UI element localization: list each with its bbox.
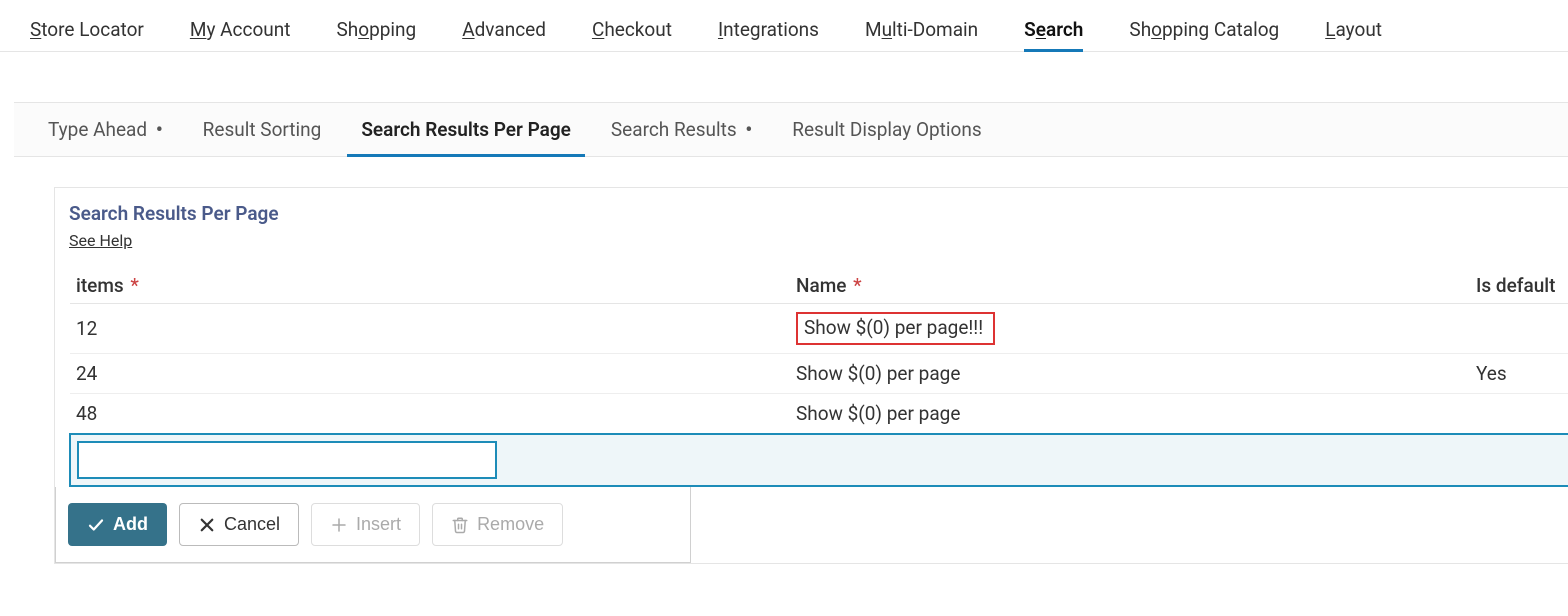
topnav-item-4[interactable]: Checkout <box>574 8 690 51</box>
topnav-item-3[interactable]: Advanced <box>444 8 564 51</box>
topnav-item-accesskey: M <box>190 18 207 41</box>
new-row-cell <box>70 434 1568 486</box>
topnav-item-post: y Account <box>206 18 290 41</box>
topnav-item-accesskey: u <box>882 18 892 41</box>
topnav-item-accesskey: C <box>592 18 604 41</box>
cell-is-default[interactable] <box>1470 304 1568 354</box>
cell-items[interactable]: 24 <box>70 354 790 394</box>
table-body: 12Show $(0) per page!!!24Show $(0) per p… <box>70 304 1568 487</box>
topnav-item-accesskey: o <box>358 18 369 41</box>
subtab-4[interactable]: Result Display Options <box>778 103 995 156</box>
section-inner: Search Results Per Page See Help items *… <box>55 188 1568 487</box>
topnav-item-post: pping <box>369 18 416 41</box>
topnav-item-accesskey: L <box>1325 18 1335 41</box>
highlighted-name-box: Show $(0) per page!!! <box>796 312 995 345</box>
topnav-item-post: ayout <box>1335 18 1382 41</box>
subtab-label: Search Results Per Page <box>361 118 571 141</box>
topnav-item-7[interactable]: Search <box>1006 8 1101 51</box>
topnav-item-accesskey: A <box>462 18 474 41</box>
subtab-0[interactable]: Type Ahead • <box>34 103 177 156</box>
topnav-item-2[interactable]: Shopping <box>318 8 434 51</box>
cancel-button-label: Cancel <box>224 514 280 535</box>
topnav-item-post: ntegrations <box>723 18 819 41</box>
topnav-item-9[interactable]: Layout <box>1307 8 1400 51</box>
results-per-page-table: items * Name * Is default 12Show $(0) pe… <box>69 268 1568 487</box>
subtab-label: Search Results <box>611 118 737 141</box>
topnav-item-pre: Sh <box>336 18 358 41</box>
section-title: Search Results Per Page <box>69 202 1568 227</box>
required-asterisk: * <box>126 274 139 297</box>
col-header-items: items * <box>70 268 790 304</box>
cancel-button[interactable]: Cancel <box>179 503 299 546</box>
col-header-name: Name * <box>790 268 1470 304</box>
cell-items[interactable]: 48 <box>70 394 790 435</box>
remove-button-label: Remove <box>477 514 544 535</box>
topnav-item-pre: M <box>865 18 882 41</box>
col-header-is-default: Is default <box>1470 268 1568 304</box>
trash-icon <box>451 516 469 534</box>
col-header-items-label: items <box>76 274 124 297</box>
topnav-item-accesskey: S <box>30 18 41 41</box>
table-row[interactable]: 48Show $(0) per page <box>70 394 1568 435</box>
topnav-item-accesskey: o <box>1151 18 1162 41</box>
cell-name[interactable]: Show $(0) per page <box>790 354 1470 394</box>
new-row <box>70 434 1568 486</box>
table-header-row: items * Name * Is default <box>70 268 1568 304</box>
topnav-item-post: arch <box>1046 18 1083 41</box>
col-header-is-default-label: Is default <box>1476 274 1555 297</box>
cell-name[interactable]: Show $(0) per page <box>790 394 1470 435</box>
required-asterisk: * <box>848 274 861 297</box>
table-row[interactable]: 24Show $(0) per pageYes <box>70 354 1568 394</box>
topnav-item-pre: S <box>1024 18 1036 41</box>
topnav-item-accesskey: e <box>1036 18 1046 41</box>
new-items-input[interactable] <box>77 441 497 479</box>
cell-is-default[interactable] <box>1470 394 1568 435</box>
top-nav: Store LocatorMy AccountShoppingAdvancedC… <box>0 0 1568 52</box>
topnav-item-post: pping Catalog <box>1162 18 1279 41</box>
topnav-item-post: heckout <box>604 18 672 41</box>
add-button-label: Add <box>113 514 148 535</box>
topnav-item-pre: Sh <box>1129 18 1151 41</box>
insert-button[interactable]: Insert <box>311 503 420 546</box>
topnav-item-post: lti-Domain <box>892 18 978 41</box>
topnav-item-8[interactable]: Shopping Catalog <box>1111 8 1297 51</box>
check-icon <box>87 516 105 534</box>
close-icon <box>198 516 216 534</box>
plus-icon <box>330 516 348 534</box>
cell-name[interactable]: Show $(0) per page!!! <box>790 304 1470 354</box>
subtab-1[interactable]: Result Sorting <box>189 103 336 156</box>
col-header-name-label: Name <box>796 274 846 297</box>
dot-indicator-icon: • <box>741 118 753 141</box>
subtab-label: Result Display Options <box>792 118 981 141</box>
topnav-item-0[interactable]: Store Locator <box>12 8 162 51</box>
cell-items[interactable]: 12 <box>70 304 790 354</box>
remove-button[interactable]: Remove <box>432 503 563 546</box>
topnav-item-post: tore Locator <box>41 18 144 41</box>
subtabs: Type Ahead • Result Sorting Search Results… <box>14 102 1568 157</box>
subtab-2[interactable]: Search Results Per Page <box>347 103 585 156</box>
see-help-link[interactable]: See Help <box>69 231 132 250</box>
add-button[interactable]: Add <box>68 503 167 546</box>
subtab-3[interactable]: Search Results • <box>597 103 766 156</box>
topnav-item-1[interactable]: My Account <box>172 8 309 51</box>
topnav-item-post: dvanced <box>475 18 546 41</box>
topnav-item-6[interactable]: Multi-Domain <box>847 8 996 51</box>
cell-is-default[interactable]: Yes <box>1470 354 1568 394</box>
topnav-item-5[interactable]: Integrations <box>700 8 837 51</box>
insert-button-label: Insert <box>356 514 401 535</box>
action-bar: Add Cancel Insert Remove <box>55 487 691 563</box>
dot-indicator-icon: • <box>151 118 163 141</box>
subtab-label: Type Ahead <box>48 118 147 141</box>
section-search-results-per-page: Search Results Per Page See Help items *… <box>54 187 1568 564</box>
subtabs-container: Type Ahead • Result Sorting Search Results… <box>14 102 1568 564</box>
table-row[interactable]: 12Show $(0) per page!!! <box>70 304 1568 354</box>
subtab-label: Result Sorting <box>203 118 322 141</box>
